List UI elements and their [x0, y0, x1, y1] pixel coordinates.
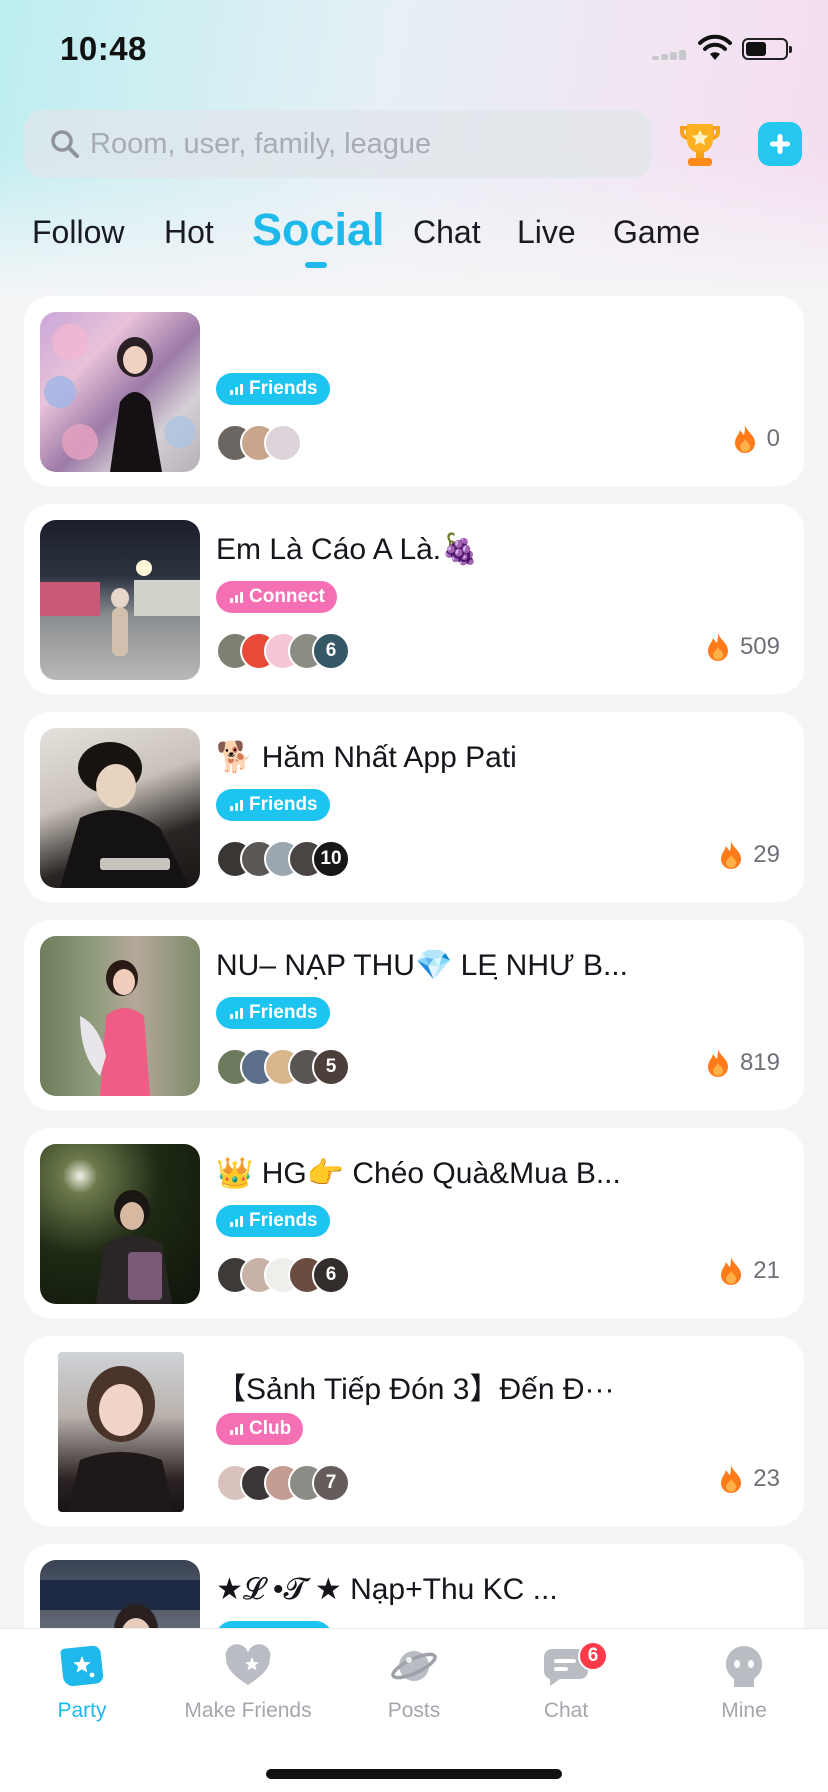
room-card[interactable]: 👑 HG👉 Chéo Quà&Mua B... Friends 6 21	[24, 1128, 804, 1318]
equalizer-icon	[230, 1215, 243, 1227]
room-title: Em Là Cáo A Là.🍇	[216, 533, 479, 566]
heat-count: 509	[739, 633, 780, 660]
fire-icon	[721, 1257, 742, 1285]
avatar: 5	[312, 1048, 350, 1086]
home-indicator	[266, 1769, 562, 1779]
room-type-label: Friends	[249, 794, 318, 815]
nav-label: Mine	[721, 1699, 767, 1722]
room-type-label: Friends	[249, 378, 318, 399]
nav-label: Party	[57, 1699, 107, 1722]
room-cover-image	[40, 728, 200, 888]
room-type-tag: Friends	[216, 1205, 330, 1237]
nav-make-friends[interactable]: Make Friends	[168, 1643, 328, 1723]
room-type-label: Friends	[249, 1002, 318, 1023]
room-type-label: Connect	[249, 586, 325, 607]
heat-count: 21	[753, 1257, 780, 1284]
nav-chat[interactable]: Chat 6	[486, 1641, 646, 1723]
room-cover-image	[40, 312, 200, 472]
heat-count: 29	[753, 841, 780, 868]
fire-icon	[707, 633, 728, 661]
nav-label: Posts	[387, 1699, 441, 1722]
avatar	[264, 424, 302, 462]
equalizer-icon	[230, 1007, 243, 1019]
room-type-tag	[216, 1621, 332, 1628]
room-type-tag: Club	[216, 1413, 304, 1445]
room-title: ★𝓛 •𝓣 ★ Nạp+Thu KC ...	[216, 1573, 558, 1606]
fire-icon	[721, 1465, 742, 1493]
fire-icon	[721, 841, 742, 869]
room-heat: 509	[706, 632, 780, 662]
room-cover-image	[40, 936, 200, 1096]
room-type-tag: Friends	[216, 997, 330, 1029]
member-count: 7	[314, 1466, 348, 1500]
room-title: NU– NẠP THU💎 LE ̣NHƯ B...	[216, 949, 628, 982]
nav-posts[interactable]: Posts	[334, 1643, 494, 1723]
heat-count: 819	[739, 1049, 780, 1076]
room-heat: 21	[719, 1256, 780, 1286]
avatar: 7	[312, 1464, 350, 1502]
room-heat: 23	[719, 1464, 780, 1494]
room-cover-image	[58, 1352, 184, 1512]
member-count: 5	[314, 1050, 348, 1084]
equalizer-icon	[230, 591, 243, 603]
fire-icon	[734, 425, 755, 453]
room-list[interactable]: Friends 0 Em Là Cáo A Là.🍇 Connect 6 509…	[0, 0, 828, 1628]
equalizer-icon	[230, 383, 243, 395]
room-card[interactable]: ★𝓛 •𝓣 ★ Nạp+Thu KC ...	[24, 1544, 804, 1628]
room-heat: 29	[719, 840, 780, 870]
member-count: 6	[314, 634, 348, 668]
room-cover-image	[40, 1560, 200, 1628]
heart-icon	[225, 1644, 271, 1685]
room-type-tag: Connect	[216, 581, 337, 613]
nav-party[interactable]: Party	[2, 1643, 162, 1723]
room-cover-image	[40, 1144, 200, 1304]
member-count: 6	[314, 1258, 348, 1292]
room-card[interactable]: Em Là Cáo A Là.🍇 Connect 6 509	[24, 504, 804, 694]
room-type-label: Club	[249, 1418, 292, 1439]
room-card[interactable]: Friends 0	[24, 296, 804, 486]
heat-count: 23	[753, 1465, 780, 1492]
room-type-tag: Friends	[216, 789, 330, 821]
room-type-label: Friends	[249, 1210, 318, 1231]
profile-icon	[726, 1646, 762, 1687]
nav-label: Make Friends	[184, 1699, 312, 1722]
bottom-tab-bar: Party Make Friends Posts Chat 6 Mine	[0, 1628, 828, 1792]
room-title: 👑 HG👉 Chéo Quà&Mua B...	[216, 1157, 621, 1190]
room-card[interactable]: NU– NẠP THU💎 LE ̣NHƯ B... Friends 5 819	[24, 920, 804, 1110]
unread-badge: 6	[578, 1641, 608, 1671]
member-count: 10	[314, 842, 348, 876]
room-title: 【Sảnh Tiếp Đón 3】Đến Đ···	[216, 1373, 615, 1406]
planet-icon	[391, 1651, 437, 1681]
room-type-tag: Friends	[216, 373, 330, 405]
room-card[interactable]: 🐕 Hăm Nhất App Pati Friends 10 29	[24, 712, 804, 902]
nav-label: Chat	[543, 1699, 589, 1722]
room-title: 🐕 Hăm Nhất App Pati	[216, 741, 517, 774]
avatar: 10	[312, 840, 350, 878]
avatar: 6	[312, 1256, 350, 1294]
room-heat: 0	[733, 424, 780, 454]
equalizer-icon	[230, 1423, 243, 1435]
equalizer-icon	[230, 799, 243, 811]
fire-icon	[707, 1049, 728, 1077]
room-card[interactable]: 【Sảnh Tiếp Đón 3】Đến Đ··· Club 7 23	[24, 1336, 804, 1526]
nav-mine[interactable]: Mine	[664, 1643, 824, 1723]
avatar: 6	[312, 632, 350, 670]
party-icon	[60, 1645, 104, 1686]
heat-count: 0	[766, 425, 780, 452]
room-heat: 819	[706, 1048, 780, 1078]
room-cover-image	[40, 520, 200, 680]
